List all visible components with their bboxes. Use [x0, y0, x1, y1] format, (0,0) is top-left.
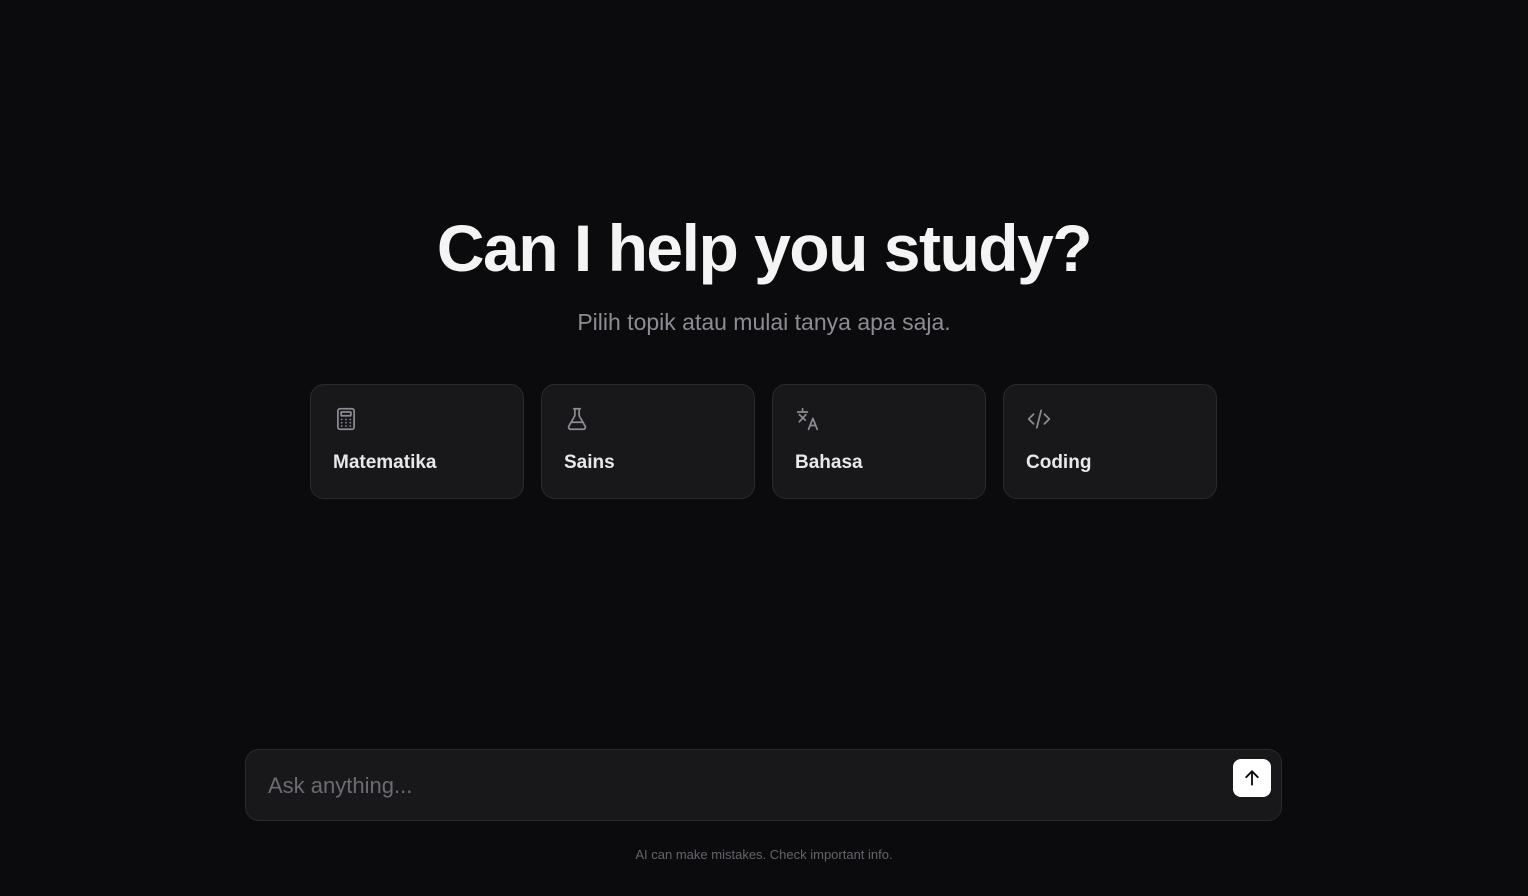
topic-card-bahasa[interactable]: Bahasa [772, 384, 986, 499]
send-button[interactable] [1233, 759, 1271, 797]
topic-card-matematika[interactable]: Matematika [310, 384, 524, 499]
topic-card-coding[interactable]: Coding [1003, 384, 1217, 499]
translate-icon [795, 406, 821, 432]
topic-label: Bahasa [795, 452, 863, 473]
topic-label: Coding [1026, 452, 1092, 473]
topic-list: Matematika Sains Bahasa Coding [310, 384, 1217, 499]
calculator-icon [333, 406, 359, 432]
chat-input[interactable] [268, 770, 1208, 802]
study-assistant-page: Can I help you study? Pilih topik atau m… [0, 0, 1528, 896]
disclaimer-text: AI can make mistakes. Check important in… [635, 847, 893, 862]
page-title: Can I help you study? [436, 211, 1093, 285]
flask-icon [564, 406, 590, 432]
chat-composer [245, 749, 1282, 821]
topic-label: Sains [564, 452, 615, 473]
topic-card-sains[interactable]: Sains [541, 384, 755, 499]
code-icon [1026, 406, 1052, 432]
arrow-up-icon [1242, 768, 1262, 788]
page-subtitle: Pilih topik atau mulai tanya apa saja. [577, 309, 951, 335]
topic-label: Matematika [333, 452, 437, 473]
